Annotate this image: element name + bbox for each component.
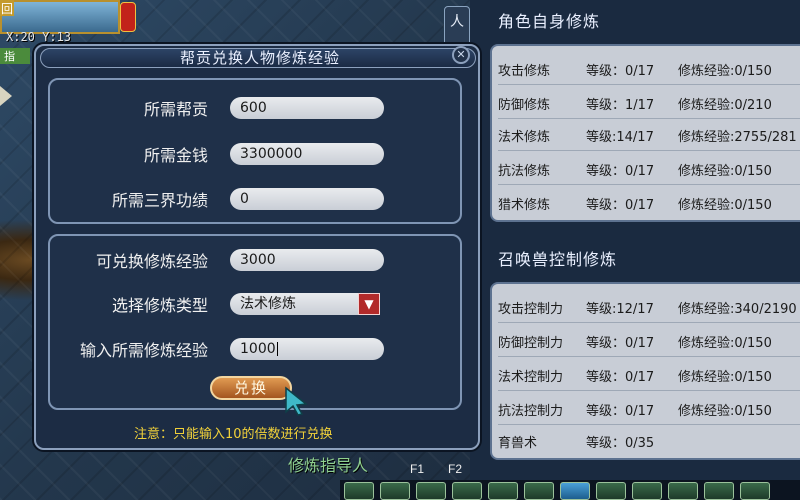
pointer-cursor-icon: [285, 386, 308, 416]
merit-field: 0: [230, 188, 384, 210]
arrow-left-icon[interactable]: [0, 86, 12, 106]
gang-contribution-label: 所需帮贡: [143, 100, 208, 119]
divider: [498, 356, 800, 357]
divider: [498, 390, 800, 391]
lantern-icon: [120, 2, 136, 32]
close-icon: ✕: [456, 48, 466, 61]
available-exp-label: 可兑换修炼经验: [95, 252, 208, 271]
divider: [498, 184, 800, 185]
notice-text: 注意：只能输入10的倍数进行兑换: [134, 427, 333, 442]
divider: [498, 150, 800, 151]
divider: [498, 322, 800, 323]
exp-input-value: 1000: [240, 341, 276, 357]
cultivation-type-select[interactable]: 法术修炼: [230, 293, 360, 315]
exp-input[interactable]: 1000: [230, 338, 384, 360]
divider: [498, 118, 800, 119]
divider: [498, 424, 800, 425]
map-label: 回: [0, 0, 14, 16]
skill-slot[interactable]: [596, 482, 626, 500]
hotkey-f1: F1: [410, 462, 425, 476]
self-cultivation-header: 角色自身修炼: [498, 12, 601, 31]
dropdown-button[interactable]: ▼: [358, 293, 380, 315]
chevron-down-icon: ▼: [364, 297, 374, 311]
merit-label: 所需三界功绩: [111, 191, 208, 210]
skill-slot[interactable]: [380, 482, 410, 500]
pet-cultivation-header: 召唤兽控制修炼: [498, 250, 618, 269]
exchange-button[interactable]: 兑换: [210, 376, 292, 400]
skill-slot[interactable]: [668, 482, 698, 500]
guide-tab[interactable]: 指: [0, 48, 30, 64]
skill-slot[interactable]: [704, 482, 734, 500]
skill-slot[interactable]: [560, 482, 590, 500]
money-label: 所需金钱: [143, 146, 208, 165]
divider: [498, 84, 800, 85]
skill-slot[interactable]: [524, 482, 554, 500]
hotkey-f2: F2: [448, 462, 463, 476]
money-field: 3300000: [230, 143, 384, 165]
self-cultivation-list: 攻击修炼 等级：0/17 修炼经验:0/150 防御修炼 等级：1/17 修炼经…: [490, 44, 800, 222]
skill-slot[interactable]: [740, 482, 770, 500]
skill-slot[interactable]: [416, 482, 446, 500]
skill-slot[interactable]: [488, 482, 518, 500]
cultivation-guide-label[interactable]: 修炼指导人: [288, 452, 368, 476]
input-exp-label: 输入所需修炼经验: [79, 341, 208, 360]
dialog-title: 帮贡兑换人物修炼经验: [179, 49, 340, 67]
skill-slot[interactable]: [452, 482, 482, 500]
available-exp-field: 3000: [230, 249, 384, 271]
text-caret: [276, 342, 278, 356]
close-button[interactable]: ✕: [452, 46, 470, 64]
cultivation-type-label: 选择修炼类型: [111, 296, 208, 315]
coordinates: X:20 Y:13: [6, 30, 72, 44]
gang-contribution-field: 600: [230, 97, 384, 119]
pet-cultivation-list: 攻击控制力 等级:12/17 修炼经验:340/2190 防御控制力 等级：0/…: [490, 282, 800, 460]
skill-slot[interactable]: [344, 482, 374, 500]
minimap[interactable]: [0, 0, 136, 34]
skill-slot[interactable]: [632, 482, 662, 500]
